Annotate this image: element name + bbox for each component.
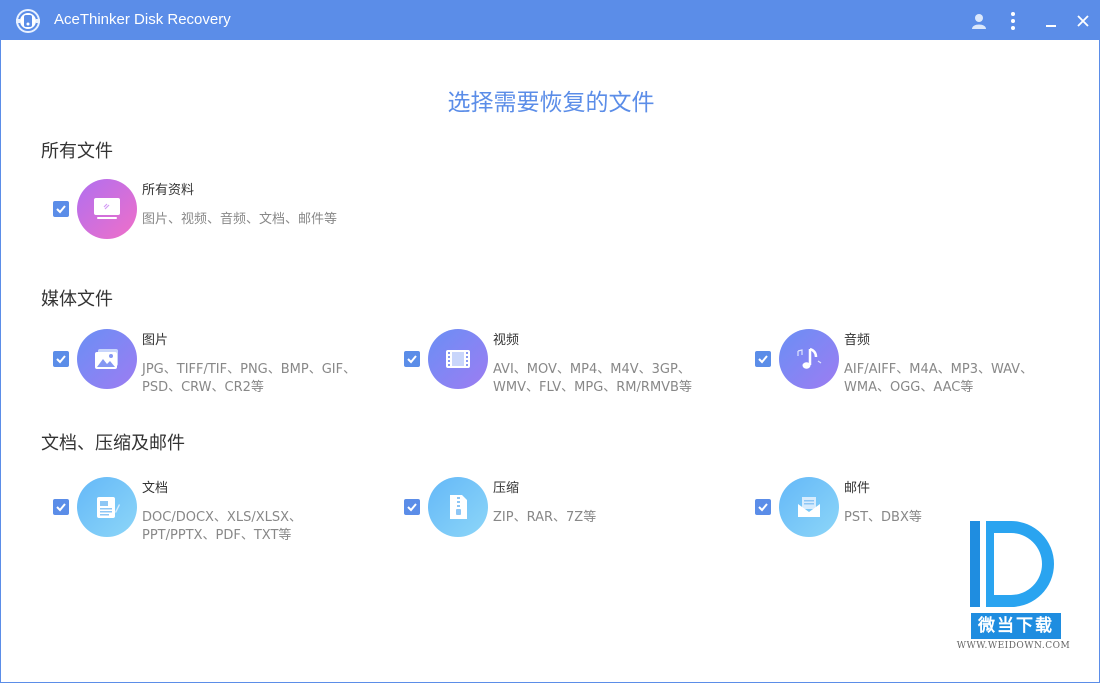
app-logo-icon — [16, 9, 40, 33]
pictures-checkbox[interactable] — [53, 351, 69, 367]
section-title-media: 媒体文件 — [41, 289, 113, 310]
checkmark-icon — [56, 205, 66, 214]
checkmark-icon — [56, 503, 66, 512]
account-button[interactable] — [966, 8, 992, 34]
videos-checkbox[interactable] — [404, 351, 420, 367]
close-icon — [1077, 15, 1089, 27]
option-audio[interactable]: 音频 AIF/AIFF、M4A、MP3、WAV、WMA、OGG、AAC等 — [755, 329, 1075, 409]
documents-label: 文档 — [142, 481, 169, 496]
all-data-checkbox[interactable] — [53, 201, 69, 217]
section-title-all-files: 所有文件 — [41, 141, 113, 162]
document-icon — [97, 497, 120, 518]
app-window: AceThinker Disk Recovery 选择需要恢复的文件 所有文件 … — [0, 0, 1100, 683]
audio-icon-badge — [779, 329, 839, 389]
option-documents[interactable]: 文档 DOC/DOCX、XLS/XLSX、PPT/PPTX、PDF、TXT等 — [53, 477, 373, 557]
window-title: AceThinker Disk Recovery — [54, 11, 231, 28]
option-pictures[interactable]: 图片 JPG、TIFF/TIF、PNG、BMP、GIF、PSD、CRW、CR2等 — [53, 329, 373, 409]
documents-checkbox[interactable] — [53, 499, 69, 515]
checkmark-icon — [407, 503, 417, 512]
zip-icon — [450, 495, 467, 519]
checkmark-icon — [56, 355, 66, 364]
checkmark-icon — [758, 503, 768, 512]
email-icon-badge — [779, 477, 839, 537]
checkmark-icon — [407, 355, 417, 364]
all-data-icon-badge — [77, 179, 137, 239]
email-label: 邮件 — [844, 481, 871, 496]
audio-checkbox[interactable] — [755, 351, 771, 367]
picture-icon — [95, 349, 118, 369]
all-data-description: 图片、视频、音频、文档、邮件等 — [142, 212, 338, 227]
videos-label: 视频 — [493, 333, 520, 348]
email-checkbox[interactable] — [755, 499, 771, 515]
watermark-text: 微当下载 — [971, 613, 1061, 639]
watermark: 微当下载 WWW.WEIDOWN.COM — [956, 517, 1071, 652]
page-title: 选择需要恢复的文件 — [447, 90, 655, 116]
pictures-icon-badge — [77, 329, 137, 389]
monitor-icon — [94, 198, 120, 219]
pictures-label: 图片 — [142, 333, 169, 348]
option-videos[interactable]: 视频 AVI、MOV、MP4、M4V、3GP、WMV、FLV、MPG、RM/RM… — [404, 329, 724, 409]
more-options-button[interactable] — [1000, 8, 1026, 34]
option-archives[interactable]: 压缩 ZIP、RAR、7Z等 — [404, 477, 724, 557]
audio-label: 音频 — [844, 333, 871, 348]
all-data-label: 所有资料 — [142, 183, 195, 198]
documents-icon-badge — [77, 477, 137, 537]
videos-icon-badge — [428, 329, 488, 389]
archives-label: 压缩 — [493, 481, 520, 496]
watermark-logo-icon — [970, 521, 1054, 607]
close-button[interactable] — [1070, 8, 1096, 34]
archives-checkbox[interactable] — [404, 499, 420, 515]
user-icon — [972, 14, 986, 29]
more-icon — [1011, 12, 1015, 30]
minimize-button[interactable] — [1038, 8, 1064, 34]
option-all-data[interactable]: 所有资料 图片、视频、音频、文档、邮件等 — [53, 179, 373, 259]
videos-description: AVI、MOV、MP4、M4V、3GP、WMV、FLV、MPG、RM/RMVB等 — [493, 362, 692, 395]
section-title-documents: 文档、压缩及邮件 — [41, 433, 185, 454]
documents-description: DOC/DOCX、XLS/XLSX、PPT/PPTX、PDF、TXT等 — [142, 510, 303, 543]
audio-description: AIF/AIFF、M4A、MP3、WAV、WMA、OGG、AAC等 — [844, 362, 1034, 395]
mail-icon — [798, 497, 820, 517]
title-bar: AceThinker Disk Recovery — [1, 1, 1099, 40]
pictures-description: JPG、TIFF/TIF、PNG、BMP、GIF、PSD、CRW、CR2等 — [142, 362, 357, 395]
archives-icon-badge — [428, 477, 488, 537]
checkmark-icon — [758, 355, 768, 364]
watermark-url: WWW.WEIDOWN.COM — [956, 641, 1071, 651]
archives-description: ZIP、RAR、7Z等 — [493, 510, 597, 525]
minimize-icon — [1046, 25, 1056, 27]
video-icon — [446, 350, 470, 368]
music-icon — [797, 347, 822, 369]
